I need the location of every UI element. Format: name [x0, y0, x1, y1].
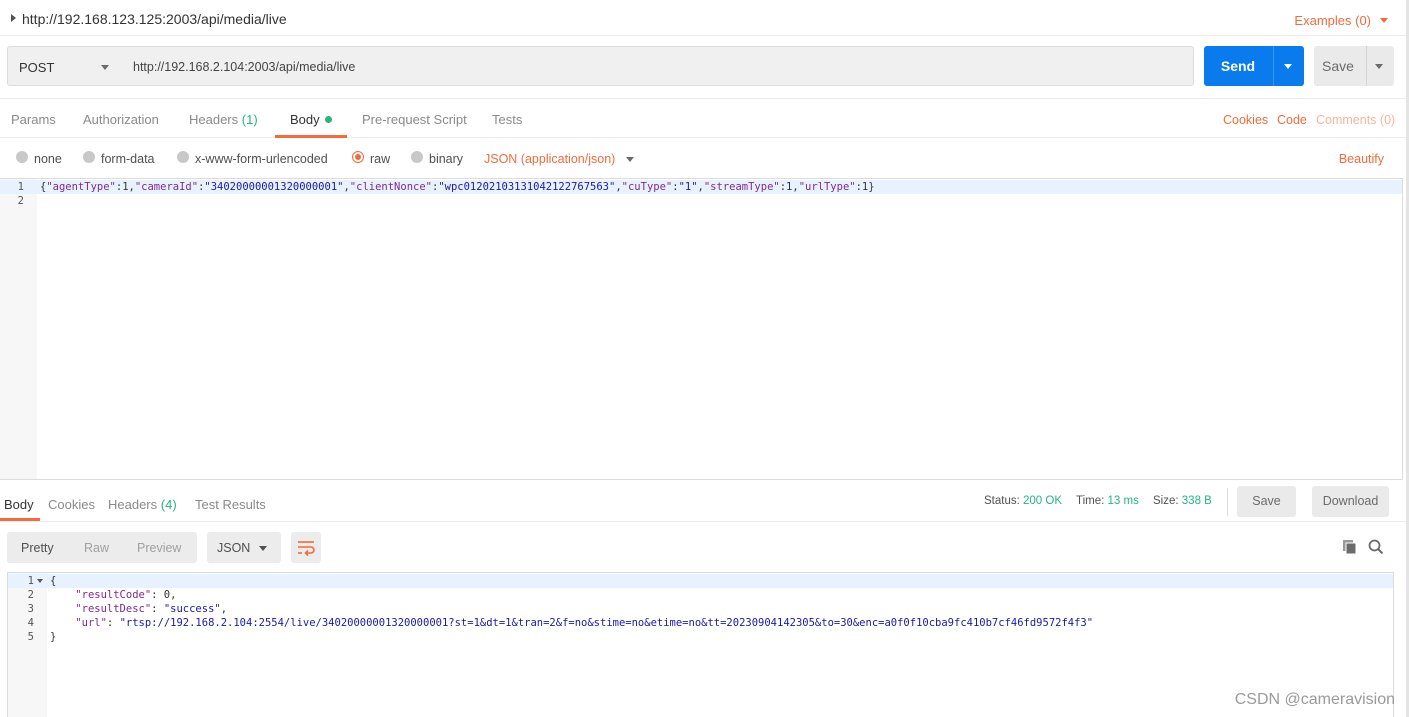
radio-none-label[interactable]: none: [34, 152, 62, 166]
content-type-dropdown[interactable]: JSON (application/json): [484, 152, 615, 166]
chevron-down-icon: [259, 546, 267, 551]
radio-urlencoded[interactable]: [177, 151, 189, 163]
send-button[interactable]: Send: [1204, 46, 1304, 86]
beautify-link[interactable]: Beautify: [1339, 152, 1384, 166]
response-body-viewer[interactable]: 1 { 2 "resultCode": 0, 3 "resultDesc": "…: [7, 572, 1394, 717]
format-select[interactable]: JSON: [207, 532, 281, 563]
tab-authorization[interactable]: Authorization: [83, 112, 159, 127]
response-tabs: Body Cookies Headers (4) Test Results St…: [0, 482, 1409, 522]
examples-dropdown[interactable]: Examples (0): [1294, 13, 1371, 28]
radio-urlencoded-label[interactable]: x-www-form-urlencoded: [195, 152, 328, 166]
tab-pre-request-script[interactable]: Pre-request Script: [362, 112, 467, 127]
response-line: 1 {: [8, 574, 1393, 588]
code-link[interactable]: Code: [1277, 113, 1307, 127]
method-value: POST: [19, 60, 55, 75]
time-value: 13 ms: [1107, 495, 1139, 507]
cookies-link[interactable]: Cookies: [1223, 113, 1268, 127]
chevron-down-icon[interactable]: [626, 157, 634, 162]
tab-test-results[interactable]: Test Results: [195, 497, 266, 512]
active-tab-underline: [275, 135, 347, 138]
send-options-chevron-icon[interactable]: [1284, 64, 1292, 69]
wrap-lines-button[interactable]: [291, 532, 321, 563]
radio-binary[interactable]: [411, 151, 423, 163]
body-type-selector: none form-data x-www-form-urlencoded raw…: [0, 140, 1409, 178]
status-value: 200 OK: [1023, 495, 1063, 507]
copy-icon[interactable]: [1342, 539, 1358, 555]
line-number-gutter: [0, 179, 37, 479]
fold-toggle-icon[interactable]: [37, 579, 43, 583]
tab-headers[interactable]: Headers (1): [189, 112, 258, 127]
status-readout: Status: 200 OK: [984, 495, 1063, 507]
size-readout: Size: 338 B: [1153, 495, 1212, 507]
tab-params[interactable]: Params: [11, 112, 56, 127]
view-pretty[interactable]: Pretty: [21, 541, 54, 555]
view-raw[interactable]: Raw: [84, 541, 109, 555]
comments-link[interactable]: Comments (0): [1316, 113, 1395, 127]
radio-raw-label[interactable]: raw: [370, 152, 390, 166]
watermark: CSDN @cameravision: [1234, 691, 1395, 708]
tab-response-headers[interactable]: Headers (4): [108, 497, 177, 512]
radio-none[interactable]: [16, 151, 28, 163]
save-options-chevron-icon[interactable]: [1375, 64, 1383, 69]
wrap-lines-icon: [298, 541, 315, 557]
search-icon[interactable]: [1368, 539, 1384, 555]
chevron-down-icon: [101, 65, 109, 70]
view-preview[interactable]: Preview: [137, 541, 181, 555]
tab-response-cookies[interactable]: Cookies: [48, 497, 95, 512]
tab-tests[interactable]: Tests: [492, 112, 522, 127]
method-select[interactable]: POST: [7, 46, 123, 86]
request-json-line: {"agentType":1,"cameraId":"3402000000132…: [40, 181, 875, 193]
response-line: 4 "url": "rtsp://192.168.2.104:2554/live…: [27, 617, 1094, 629]
tab-body[interactable]: Body: [290, 112, 332, 127]
download-button[interactable]: Download: [1312, 486, 1389, 517]
body-indicator-dot-icon: [324, 116, 332, 123]
expand-caret-icon[interactable]: [11, 14, 16, 22]
response-line: 2 "resultCode": 0,: [27, 589, 177, 601]
save-response-button[interactable]: Save: [1237, 486, 1296, 517]
request-title[interactable]: http://192.168.123.125:2003/api/media/li…: [22, 11, 287, 27]
view-mode-segmented: Pretty Raw Preview: [7, 532, 197, 563]
response-headers-count: (4): [160, 497, 177, 512]
response-view-bar: Pretty Raw Preview JSON: [0, 524, 1409, 570]
send-label: Send: [1220, 58, 1256, 74]
response-line: 5 }: [27, 631, 57, 643]
radio-form-data[interactable]: [83, 151, 95, 163]
radio-form-data-label[interactable]: form-data: [101, 152, 155, 166]
url-input[interactable]: http://192.168.2.104:2003/api/media/live: [122, 46, 1194, 86]
request-body-editor[interactable]: 1 {"agentType":1,"cameraId":"34020000001…: [0, 178, 1403, 480]
tab-response-body[interactable]: Body: [4, 497, 34, 512]
radio-raw[interactable]: [352, 151, 364, 163]
editor-line[interactable]: 2: [0, 194, 1402, 208]
request-title-bar: http://192.168.123.125:2003/api/media/li…: [0, 0, 1409, 36]
time-readout: Time: 13 ms: [1076, 495, 1139, 507]
format-value: JSON: [217, 541, 251, 555]
size-value: 338 B: [1181, 495, 1212, 507]
url-value: http://192.168.2.104:2003/api/media/live: [133, 60, 356, 74]
active-tab-underline: [0, 518, 40, 521]
save-label: Save: [1322, 58, 1354, 74]
editor-line[interactable]: 1 {"agentType":1,"cameraId":"34020000001…: [0, 180, 1402, 194]
radio-binary-label[interactable]: binary: [429, 152, 463, 166]
response-line: 3 "resultDesc": "success",: [27, 603, 228, 615]
chevron-down-icon[interactable]: [1380, 18, 1388, 23]
headers-count: (1): [241, 112, 258, 127]
request-tabs: Params Authorization Headers (1) Body Pr…: [0, 98, 1409, 138]
save-request-button[interactable]: Save: [1314, 46, 1394, 86]
